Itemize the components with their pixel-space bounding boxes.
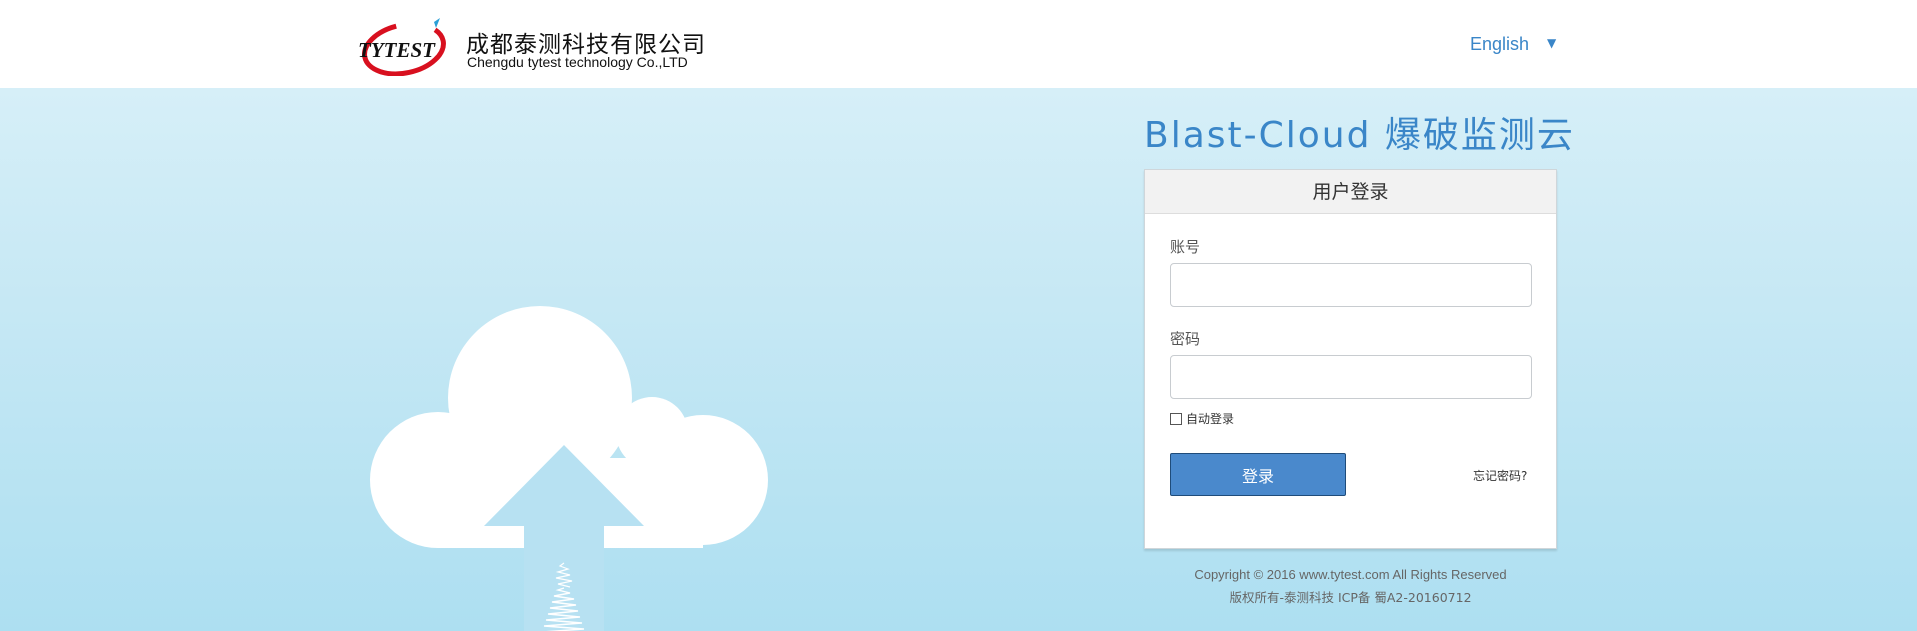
remember-me-checkbox[interactable] bbox=[1170, 412, 1182, 425]
language-selector[interactable]: English bbox=[1470, 34, 1529, 55]
app-title: Blast-Cloud 爆破监测云 bbox=[1144, 115, 1575, 156]
forgot-password-link[interactable]: 忘记密码? bbox=[1473, 467, 1527, 484]
top-header: TYTEST 成都泰测科技有限公司 Chengdu tytest technol… bbox=[0, 0, 1917, 88]
login-panel-title: 用户登录 bbox=[1145, 170, 1556, 214]
icp-text: 版权所有-泰测科技 ICP备 蜀A2-20160712 bbox=[1229, 590, 1472, 605]
logo-text: TYTEST bbox=[358, 38, 436, 62]
password-input[interactable] bbox=[1170, 355, 1532, 399]
tytest-logo-icon: TYTEST bbox=[358, 18, 446, 76]
remember-me: 自动登录 bbox=[1170, 410, 1234, 427]
account-input[interactable] bbox=[1170, 263, 1532, 307]
cloud-upload-icon bbox=[370, 306, 768, 631]
password-label: 密码 bbox=[1170, 330, 1201, 348]
login-panel: 用户登录 账号 密码 自动登录 登录 忘记密码? bbox=[1144, 169, 1557, 549]
copyright-text: Copyright © 2016 www.tytest.com All Righ… bbox=[1194, 567, 1507, 582]
company-name-en: Chengdu tytest technology Co.,LTD bbox=[467, 54, 688, 70]
login-button[interactable]: 登录 bbox=[1170, 453, 1346, 496]
account-label: 账号 bbox=[1170, 238, 1201, 256]
remember-me-label[interactable]: 自动登录 bbox=[1186, 410, 1234, 427]
chevron-down-icon[interactable]: ▼ bbox=[1547, 36, 1556, 50]
main-area: Blast-Cloud 爆破监测云 用户登录 账号 密码 自动登录 登录 忘记密… bbox=[0, 88, 1917, 631]
